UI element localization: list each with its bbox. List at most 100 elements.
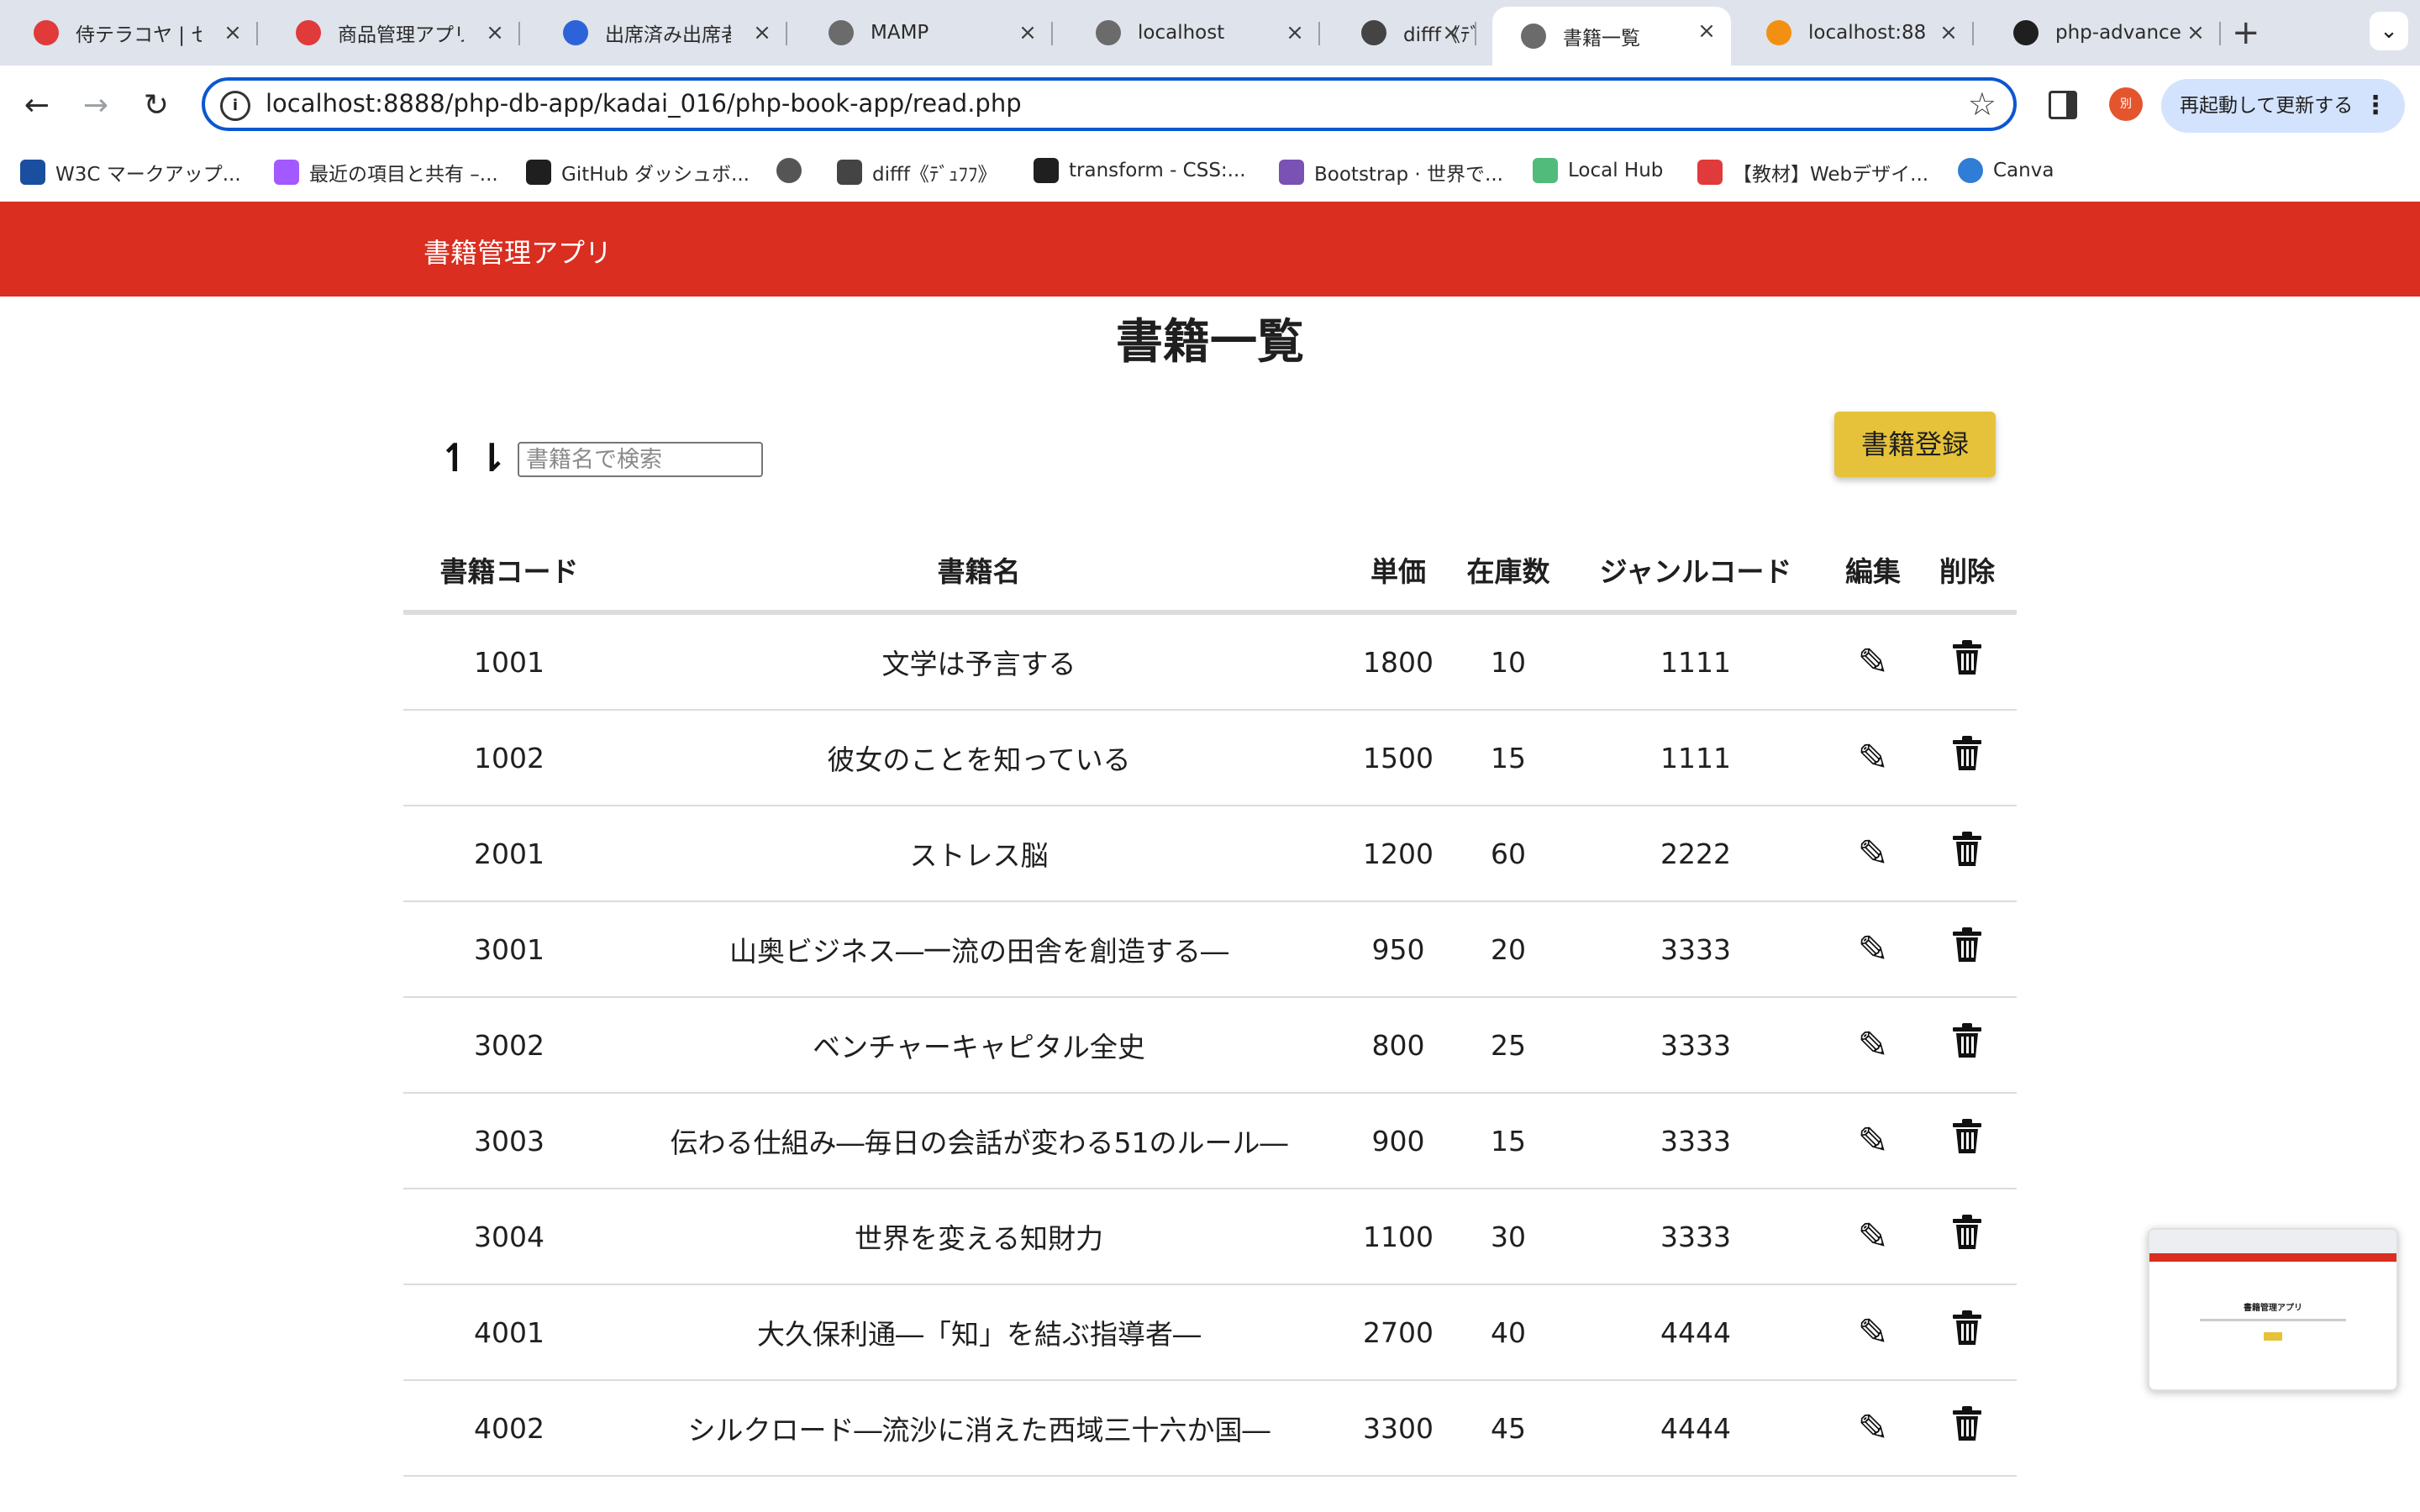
profile-avatar[interactable]: 別	[2109, 87, 2143, 121]
bookmark-label: 【教材】Webデザイ...	[1733, 164, 1929, 186]
screenshot-thumbnail[interactable]: 書籍管理アプリ	[2148, 1228, 2398, 1391]
trash-icon[interactable]	[1951, 1022, 1983, 1068]
side-panel-icon[interactable]	[2049, 91, 2077, 119]
globe-icon	[829, 20, 854, 45]
sort-asc-icon[interactable]: ↿	[439, 435, 471, 480]
bookmark-label: GitHub ダッシュボ...	[561, 164, 750, 186]
tab-2[interactable]: 出席済み出席者 ×	[534, 8, 787, 57]
relaunch-label: 再起動して更新する	[2180, 95, 2354, 117]
relaunch-update-button[interactable]: 再起動して更新する ⋮	[2161, 79, 2405, 133]
pencil-icon[interactable]: ✎	[1858, 1311, 1889, 1354]
tab-close-icon[interactable]: ×	[1015, 20, 1040, 45]
cell-genre: 1111	[1563, 710, 1828, 806]
bookmark-item[interactable]: Canva	[1958, 158, 2054, 183]
trash-icon[interactable]	[1951, 1310, 1983, 1356]
tab-title: localhost	[1138, 22, 1225, 44]
tab-0[interactable]: 侍テラコヤ | セ ×	[5, 8, 258, 57]
bookmark-item[interactable]: 最近の項目と共有 –...	[274, 158, 498, 186]
delete-cell	[1918, 997, 2017, 1094]
tab-close-icon[interactable]: ×	[1694, 18, 1719, 44]
cell-genre: 1111	[1563, 612, 1828, 711]
tab-1[interactable]: 商品管理アプリ ×	[267, 8, 520, 57]
pencil-icon[interactable]: ✎	[1858, 737, 1889, 780]
address-url[interactable]: localhost:8888/php-db-app/kadai_016/php-…	[266, 89, 1022, 118]
tab-8[interactable]: php-advance ×	[1985, 8, 2221, 57]
more-menu-icon[interactable]: ⋮	[2363, 79, 2388, 133]
trash-icon[interactable]	[1951, 735, 1983, 781]
thumbnail-title: 書籍管理アプリ	[2244, 1304, 2302, 1313]
tab-separator	[2219, 22, 2221, 45]
tab-6[interactable]: 書籍一覧 ×	[1492, 7, 1731, 66]
tab-close-icon[interactable]: ×	[2183, 20, 2208, 45]
trash-icon[interactable]	[1951, 831, 1983, 877]
cell-name: シルクロード―流沙に消えた西域三十六か国―	[615, 1380, 1343, 1477]
bookmark-item[interactable]: 【教材】Webデザイ...	[1697, 158, 1928, 186]
reload-icon[interactable]: ↻	[136, 86, 176, 126]
cell-code: 3002	[403, 997, 615, 1094]
search-input[interactable]	[518, 442, 763, 477]
bookmark-item[interactable]	[776, 158, 812, 183]
trash-icon[interactable]	[1951, 1214, 1983, 1260]
new-tab-icon[interactable]: +	[2232, 13, 2260, 52]
trash-icon[interactable]	[1951, 1405, 1983, 1452]
globe-icon	[776, 158, 802, 183]
delete-cell	[1918, 1284, 2017, 1381]
sort-desc-icon[interactable]: ⇂	[476, 435, 508, 480]
bookmark-item[interactable]: W3C マークアップ...	[20, 158, 241, 186]
forward-icon[interactable]: →	[76, 86, 116, 126]
github-icon	[2013, 20, 2039, 45]
pencil-icon[interactable]: ✎	[1858, 1215, 1889, 1258]
bookmark-item[interactable]: transform - CSS:...	[1034, 158, 1246, 183]
table-row: 3003 伝わる仕組み―毎日の会話が変わる51のルール― 900 15 3333 ✎	[403, 1093, 2017, 1189]
tab-close-icon[interactable]: ×	[750, 20, 775, 45]
bookmark-item[interactable]: difff《ﾃﾞｭﾌﾌ》	[837, 158, 997, 186]
bookmark-label: difff《ﾃﾞｭﾌﾌ》	[872, 164, 997, 186]
register-book-button[interactable]: 書籍登録	[1834, 412, 1996, 477]
cell-price: 3300	[1343, 1380, 1454, 1477]
tab-close-icon[interactable]: ×	[482, 20, 508, 45]
thumbnail-appbar	[2149, 1253, 2396, 1262]
github-icon	[526, 160, 551, 185]
trash-icon[interactable]	[1951, 927, 1983, 973]
tab-3[interactable]: MAMP ×	[800, 8, 1053, 57]
tab-title: MAMP	[871, 22, 929, 44]
pencil-icon[interactable]: ✎	[1858, 832, 1889, 875]
tab-close-icon[interactable]: ×	[220, 20, 245, 45]
cell-stock: 15	[1454, 710, 1563, 806]
cell-stock: 20	[1454, 901, 1563, 998]
trash-icon[interactable]	[1951, 1118, 1983, 1164]
tab-close-icon[interactable]: ×	[1936, 20, 1961, 45]
cell-price: 1100	[1343, 1189, 1454, 1285]
tab-5[interactable]: difff《ﾃﾞｭﾌﾌ》×	[1333, 8, 1476, 57]
bookmark-star-icon[interactable]: ☆	[1968, 86, 1996, 123]
tab-search-icon[interactable]: ⌄	[2370, 12, 2408, 50]
delete-cell	[1918, 806, 2017, 902]
bookmark-item[interactable]: Local Hub	[1533, 158, 1663, 183]
pencil-icon[interactable]: ✎	[1858, 1407, 1889, 1450]
pencil-icon[interactable]: ✎	[1858, 641, 1889, 684]
tab-title: php-advance	[2055, 22, 2181, 44]
pencil-icon[interactable]: ✎	[1858, 1120, 1889, 1163]
cell-code: 2001	[403, 806, 615, 902]
app-brand[interactable]: 書籍管理アプリ	[424, 232, 612, 270]
tab-separator	[1475, 22, 1476, 45]
difff-icon	[1361, 20, 1386, 45]
delete-cell	[1918, 1380, 2017, 1477]
table-row: 4001 大久保利通―「知」を結ぶ指導者― 2700 40 4444 ✎	[403, 1284, 2017, 1381]
pencil-icon[interactable]: ✎	[1858, 1024, 1889, 1067]
bookmark-item[interactable]: Bootstrap · 世界で...	[1279, 158, 1503, 186]
site-info-icon[interactable]: i	[220, 91, 250, 121]
bookmark-item[interactable]: GitHub ダッシュボ...	[526, 158, 750, 186]
cell-genre: 4444	[1563, 1380, 1828, 1477]
trash-icon[interactable]	[1951, 639, 1983, 685]
column-header: ジャンルコード	[1563, 529, 1828, 615]
tab-close-icon[interactable]: ×	[1282, 20, 1307, 45]
tab-4[interactable]: localhost ×	[1067, 8, 1320, 57]
back-icon[interactable]: ←	[17, 86, 57, 126]
pencil-icon[interactable]: ✎	[1858, 928, 1889, 971]
address-bar[interactable]: i localhost:8888/php-db-app/kadai_016/ph…	[202, 77, 2017, 131]
tab-close-icon[interactable]: ×	[1439, 20, 1464, 45]
tab-separator	[1972, 22, 1974, 45]
tab-7[interactable]: localhost:88 ×	[1738, 8, 1974, 57]
table-row: 4002 シルクロード―流沙に消えた西域三十六か国― 3300 45 4444 ✎	[403, 1380, 2017, 1477]
